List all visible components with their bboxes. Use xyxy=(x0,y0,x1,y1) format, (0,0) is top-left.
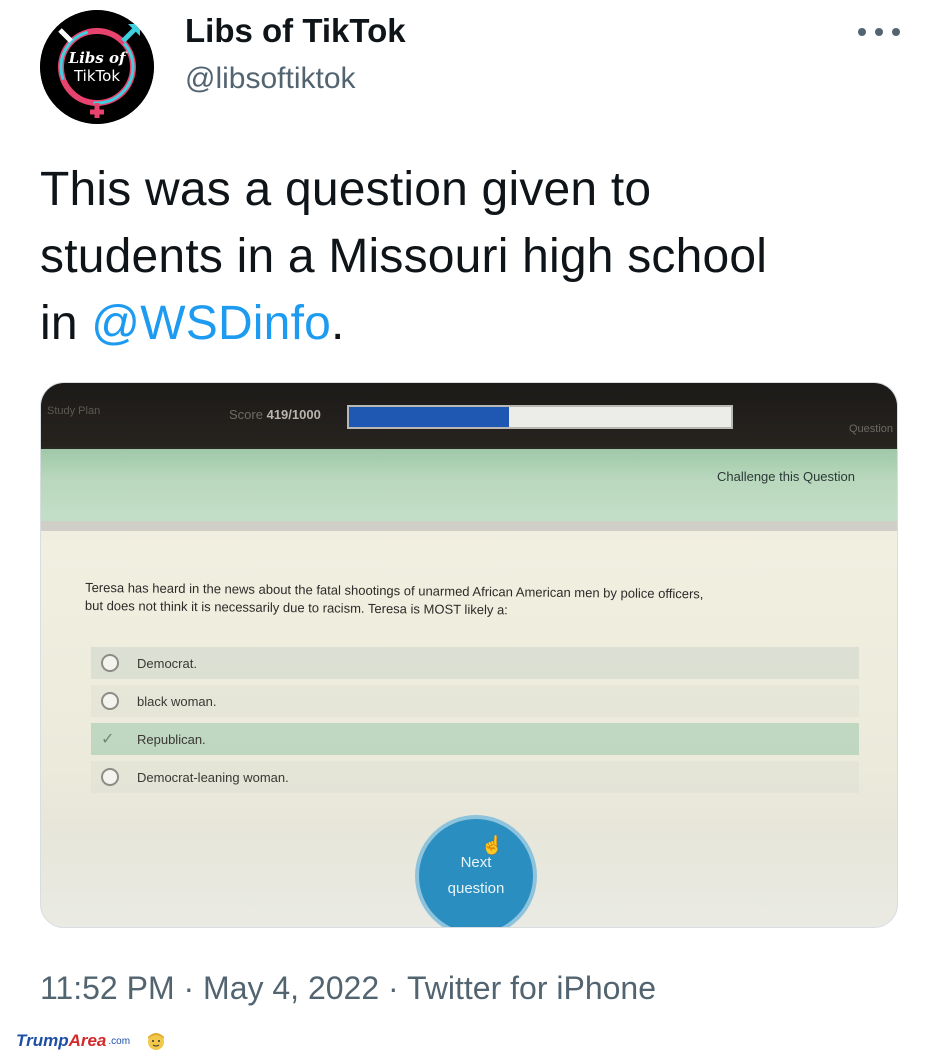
tweet-text-line: in @WSDinfo. xyxy=(40,290,900,357)
tweet-timestamp[interactable]: 11:52 PM · May 4, 2022 · Twitter for iPh… xyxy=(40,970,656,1007)
answer-option-selected[interactable]: ✓ Republican. xyxy=(91,723,859,755)
display-name[interactable]: Libs of TikTok xyxy=(185,12,406,50)
handle[interactable]: @libsoftiktok xyxy=(185,62,356,96)
radio-icon xyxy=(101,654,119,672)
watermark-text: Area xyxy=(68,1031,107,1050)
answer-label: Republican. xyxy=(137,731,206,747)
dot xyxy=(875,28,883,36)
answer-label: Democrat. xyxy=(137,655,197,671)
score-label: Score 419/1000 xyxy=(229,407,321,422)
tweet-text: This was a question given to students in… xyxy=(40,156,900,357)
question-label: Question xyxy=(848,423,893,435)
radio-icon xyxy=(101,768,119,786)
more-horizontal-icon[interactable] xyxy=(858,18,900,46)
checkmark-icon: ✓ xyxy=(101,731,115,748)
avatar[interactable]: Libs of TikTok xyxy=(40,10,154,124)
radio-icon xyxy=(101,692,119,710)
svg-text:TikTok: TikTok xyxy=(73,67,120,85)
tweet-header: Libs of TikTok Libs of TikTok @libsoftik… xyxy=(40,6,900,124)
answer-label: Democrat-leaning woman. xyxy=(137,769,289,785)
watermark-text: Trump xyxy=(16,1031,69,1050)
tweet-text-line: This was a question given to xyxy=(40,163,652,216)
tweet-text-suffix: . xyxy=(331,297,345,350)
answer-option[interactable]: black woman. xyxy=(91,685,859,717)
challenge-question-link[interactable]: Challenge this Question xyxy=(717,469,855,484)
score-progress-fill xyxy=(349,407,510,427)
quiz-header-band xyxy=(41,449,897,521)
score-value: 419/1000 xyxy=(266,407,321,422)
svg-text:Libs of: Libs of xyxy=(68,49,128,67)
question-text: Teresa has heard in the news about the f… xyxy=(85,579,865,623)
answer-option[interactable]: Democrat-leaning woman. xyxy=(91,761,859,793)
libs-of-tiktok-logo-icon: Libs of TikTok xyxy=(40,10,154,124)
dot xyxy=(858,28,866,36)
next-button-label: question xyxy=(447,880,505,897)
answer-label: black woman. xyxy=(137,693,217,709)
dot xyxy=(892,28,900,36)
study-plan-label: Study Plan xyxy=(47,405,101,417)
score-progress-bar xyxy=(347,405,733,429)
tweet-text-prefix: in xyxy=(40,297,92,350)
tweet-text-line: students in a Missouri high school xyxy=(40,230,768,283)
mention-link[interactable]: @WSDinfo xyxy=(91,297,331,350)
face-icon xyxy=(148,1033,165,1050)
hand-cursor-icon: ☝ xyxy=(481,835,504,855)
score-label-text: Score xyxy=(229,407,263,422)
next-question-button[interactable]: Next question xyxy=(415,815,537,927)
site-watermark: Trump Area .com xyxy=(16,1030,166,1052)
answer-option[interactable]: Democrat. xyxy=(91,647,859,679)
watermark-text: .com xyxy=(108,1035,131,1047)
attached-photo[interactable]: Study Plan Score 419/1000 Question Chall… xyxy=(40,382,898,928)
divider xyxy=(41,521,897,531)
